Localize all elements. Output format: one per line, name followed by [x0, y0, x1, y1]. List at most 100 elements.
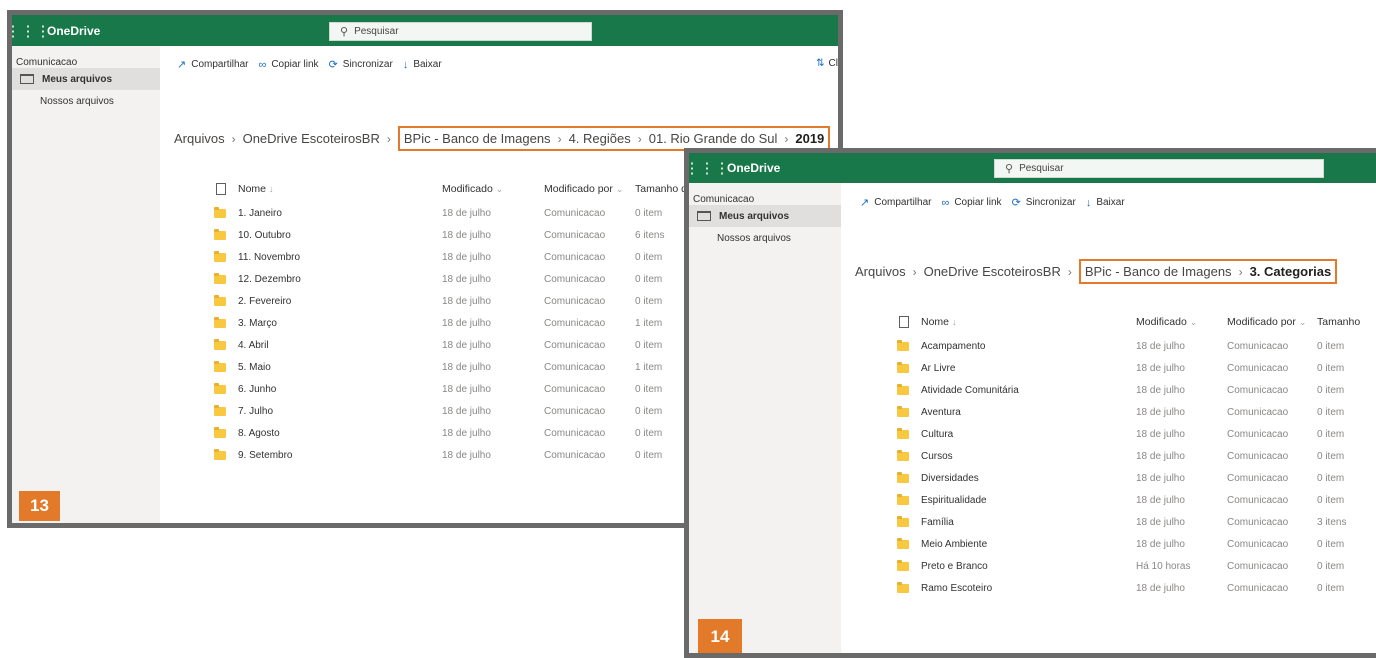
file-name[interactable]: 12. Dezembro [238, 274, 442, 285]
sidebar-item-meus-arquivos[interactable]: Meus arquivos [12, 68, 160, 90]
list-item[interactable]: Cursos 18 de julho Comunicacao 0 item [895, 445, 1376, 467]
list-item[interactable]: Diversidades 18 de julho Comunicacao 0 item [895, 467, 1376, 489]
modified-date: 18 de julho [442, 251, 491, 263]
search-input[interactable]: ⚲ Pesquisar [994, 159, 1324, 178]
list-item[interactable]: 1. Janeiro 18 de julho Comunicacao 0 item [212, 202, 695, 224]
file-name[interactable]: Cursos [921, 451, 1136, 462]
file-name[interactable]: Meio Ambiente [921, 539, 1136, 550]
sort-button[interactable]: ⇅ Cl [816, 58, 838, 69]
folder-icon-cell [895, 515, 921, 527]
folder-icon-cell [895, 405, 921, 417]
file-name[interactable]: Família [921, 517, 1136, 528]
file-name[interactable]: 8. Agosto [238, 428, 442, 439]
folder-icon [897, 361, 909, 373]
file-name[interactable]: Ar Livre [921, 363, 1136, 374]
column-header-name[interactable]: Nome ↓ [921, 316, 1136, 328]
file-name[interactable]: 9. Setembro [238, 450, 442, 461]
download-button[interactable]: ↓ Baixar [1086, 197, 1125, 209]
file-list: Nome ↓ Modificado ⌄ Modificado por ⌄ Tamanh… [212, 178, 695, 466]
file-name[interactable]: 6. Junho [238, 384, 442, 395]
column-header-modified[interactable]: Modificado ⌄ [442, 183, 544, 195]
file-name[interactable]: Cultura [921, 429, 1136, 440]
file-name[interactable]: 1. Janeiro [238, 208, 442, 219]
list-item[interactable]: Aventura 18 de julho Comunicacao 0 item [895, 401, 1376, 423]
modified-date: 18 de julho [442, 427, 491, 439]
app-name[interactable]: OneDrive [47, 15, 100, 46]
list-item[interactable]: Ar Livre 18 de julho Comunicacao 0 item [895, 357, 1376, 379]
sidebar-item-meus-arquivos[interactable]: Meus arquivos [689, 205, 841, 227]
file-type-header[interactable] [212, 183, 238, 195]
item-count: 3 itens [1317, 516, 1347, 528]
list-item[interactable]: 11. Novembro 18 de julho Comunicacao 0 item [212, 246, 695, 268]
file-name[interactable]: Acampamento [921, 341, 1136, 352]
app-launcher-icon[interactable]: ⋮⋮⋮ [689, 153, 730, 183]
modified-date: 18 de julho [442, 449, 491, 461]
file-name[interactable]: 10. Outubro [238, 230, 442, 241]
list-item[interactable]: Meio Ambiente 18 de julho Comunicacao 0 ite… [895, 533, 1376, 555]
file-name[interactable]: Aventura [921, 407, 1136, 418]
list-item[interactable]: 5. Maio 18 de julho Comunicacao 1 item [212, 356, 695, 378]
file-type-header[interactable] [895, 316, 921, 328]
copy-link-button[interactable]: ∞ Copiar link [941, 197, 1001, 209]
file-name[interactable]: 5. Maio [238, 362, 442, 373]
sync-button[interactable]: ⟳ Sincronizar [1012, 196, 1076, 209]
file-name[interactable]: Ramo Escoteiro [921, 583, 1136, 594]
share-button[interactable]: ↗ Compartilhar [860, 196, 931, 209]
search-input[interactable]: ⚲ Pesquisar [329, 22, 592, 41]
column-header-size[interactable]: Tamanho [1317, 316, 1376, 328]
copy-link-button[interactable]: ∞ Copiar link [258, 59, 318, 71]
list-item[interactable]: Acampamento 18 de julho Comunicacao 0 item [895, 335, 1376, 357]
modified-by: Comunicacao [1227, 450, 1289, 462]
breadcrumb-item[interactable]: 4. Regiões [569, 131, 631, 146]
folder-icon-cell [212, 382, 238, 394]
breadcrumb-item[interactable]: 01. Rio Grande do Sul [649, 131, 778, 146]
list-item[interactable]: 3. Março 18 de julho Comunicacao 1 item [212, 312, 695, 334]
breadcrumb-item[interactable]: OneDrive EscoteirosBR [924, 264, 1061, 279]
column-header-name[interactable]: Nome ↓ [238, 183, 442, 195]
list-item[interactable]: Cultura 18 de julho Comunicacao 0 item [895, 423, 1376, 445]
app-name[interactable]: OneDrive [727, 153, 780, 183]
list-item[interactable]: Atividade Comunitária 18 de julho Comunica… [895, 379, 1376, 401]
list-item[interactable]: 7. Julho 18 de julho Comunicacao 0 item [212, 400, 695, 422]
list-item[interactable]: 2. Fevereiro 18 de julho Comunicacao 0 item [212, 290, 695, 312]
sync-button[interactable]: ⟳ Sincronizar [329, 58, 393, 71]
file-name[interactable]: Diversidades [921, 473, 1136, 484]
modified-by: Comunicacao [1227, 560, 1289, 572]
breadcrumb-item[interactable]: BPic - Banco de Imagens [1085, 264, 1232, 279]
file-name[interactable]: 3. Março [238, 318, 442, 329]
download-button[interactable]: ↓ Baixar [403, 59, 442, 71]
list-item[interactable]: Família 18 de julho Comunicacao 3 itens [895, 511, 1376, 533]
list-item[interactable]: 6. Junho 18 de julho Comunicacao 0 item [212, 378, 695, 400]
column-header-modified-by[interactable]: Modificado por ⌄ [1227, 316, 1317, 328]
file-name[interactable]: Atividade Comunitária [921, 385, 1136, 396]
file-name[interactable]: 2. Fevereiro [238, 296, 442, 307]
column-header-modified-by[interactable]: Modificado por ⌄ [544, 183, 635, 195]
breadcrumb-item[interactable]: Arquivos [174, 131, 225, 146]
app-launcher-icon[interactable]: ⋮⋮⋮ [12, 15, 51, 46]
list-item[interactable]: 10. Outubro 18 de julho Comunicacao 6 itens [212, 224, 695, 246]
file-name[interactable]: Espiritualidade [921, 495, 1136, 506]
list-item[interactable]: Ramo Escoteiro 18 de julho Comunicacao 0 it… [895, 577, 1376, 599]
file-name[interactable]: 11. Novembro [238, 252, 442, 263]
share-button[interactable]: ↗ Compartilhar [177, 58, 248, 71]
file-name[interactable]: 4. Abril [238, 340, 442, 351]
list-item[interactable]: 8. Agosto 18 de julho Comunicacao 0 item [212, 422, 695, 444]
modified-date: 18 de julho [442, 273, 491, 285]
file-name[interactable]: 7. Julho [238, 406, 442, 417]
sidebar-item-nossos-arquivos[interactable]: Nossos arquivos [689, 227, 841, 249]
column-header-modified[interactable]: Modificado ⌄ [1136, 316, 1227, 328]
list-item[interactable]: Espiritualidade 18 de julho Comunicacao 0 i… [895, 489, 1376, 511]
modified-by: Comunicacao [544, 207, 606, 219]
file-name[interactable]: Preto e Branco [921, 561, 1136, 572]
chevron-right-icon: › [231, 131, 236, 146]
list-item[interactable]: 4. Abril 18 de julho Comunicacao 0 item [212, 334, 695, 356]
breadcrumb-item[interactable]: OneDrive EscoteirosBR [243, 131, 380, 146]
list-item[interactable]: 9. Setembro 18 de julho Comunicacao 0 item [212, 444, 695, 466]
breadcrumb-item[interactable]: Arquivos [855, 264, 906, 279]
folder-icon [897, 471, 909, 483]
breadcrumb-item[interactable]: BPic - Banco de Imagens [404, 131, 551, 146]
list-item[interactable]: 12. Dezembro 18 de julho Comunicacao 0 item [212, 268, 695, 290]
sidebar-item-nossos-arquivos[interactable]: Nossos arquivos [12, 90, 160, 112]
folder-icon-cell [895, 427, 921, 439]
list-item[interactable]: Preto e Branco Há 10 horas Comunicacao 0 it… [895, 555, 1376, 577]
